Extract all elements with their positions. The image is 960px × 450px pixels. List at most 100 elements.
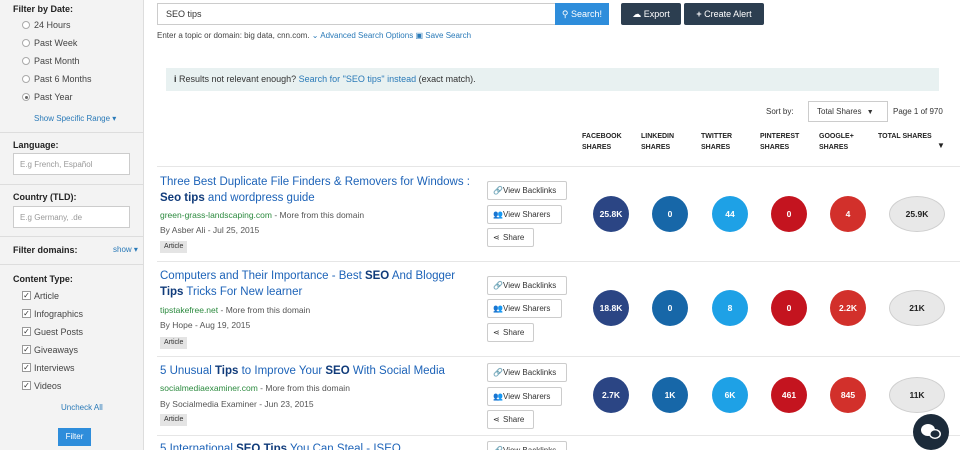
checkbox-icon[interactable]: ✓	[22, 345, 31, 354]
radio-icon[interactable]	[22, 57, 30, 65]
pinterest-shares: 0	[771, 290, 807, 326]
result-domain-link[interactable]: tipstakefree.net	[160, 305, 218, 315]
col-total-shares[interactable]: TOTAL SHARES	[878, 131, 940, 142]
country-input[interactable]	[13, 206, 130, 228]
col-facebook-shares[interactable]: FACEBOOK SHARES	[582, 131, 626, 153]
view-backlinks-button[interactable]: 🔗View Backlinks	[487, 276, 567, 295]
uncheck-all-link[interactable]: Uncheck All	[61, 403, 103, 412]
cloud-download-icon: ☁	[632, 9, 642, 19]
view-sharers-button[interactable]: 👥View Sharers	[487, 299, 562, 318]
content-type-article[interactable]: ✓ Article	[22, 291, 59, 301]
result-title-text[interactable]: Computers and Their Importance - Best SE…	[160, 270, 455, 298]
date-option-week[interactable]: Past Week	[22, 38, 77, 48]
advanced-search-link[interactable]: ⌄ Advanced Search Options	[312, 31, 413, 40]
content-type-heading: Content Type:	[13, 274, 73, 284]
view-backlinks-button[interactable]: 🔗View Backlinks	[487, 441, 567, 450]
exact-match-link[interactable]: Search for "SEO tips" instead	[299, 74, 416, 84]
search-button[interactable]: ⚲ Search!	[555, 3, 609, 25]
linkedin-shares: 1K	[652, 377, 688, 413]
result-domain-line: socialmediaexaminer.com - More from this…	[160, 383, 350, 393]
filter-button[interactable]: Filter	[58, 428, 91, 446]
radio-icon[interactable]	[22, 21, 30, 29]
users-icon: 👥	[493, 392, 503, 401]
result-title[interactable]: Computers and Their Importance - Best SE…	[160, 268, 480, 300]
sort-desc-icon[interactable]: ▼	[937, 141, 945, 150]
googleplus-shares: 2.2K	[830, 290, 866, 326]
result-title[interactable]: Three Best Duplicate File Finders & Remo…	[160, 174, 480, 206]
users-icon: 👥	[493, 304, 503, 313]
save-search-link[interactable]: ▣ Save Search	[415, 31, 471, 40]
linkedin-shares: 0	[652, 196, 688, 232]
facebook-shares: 18.8K	[593, 290, 629, 326]
date-option-year[interactable]: Past Year	[22, 92, 73, 102]
more-from-domain-link[interactable]: - More from this domain	[274, 210, 364, 220]
pinterest-shares: 0	[771, 196, 807, 232]
checkbox-icon[interactable]: ✓	[22, 291, 31, 300]
col-twitter-shares[interactable]: TWITTER SHARES	[701, 131, 745, 153]
content-type-giveaways[interactable]: ✓ Giveaways	[22, 345, 78, 355]
share-button[interactable]: ⋖ Share	[487, 323, 534, 342]
content-type-tag: Article	[160, 337, 188, 349]
result-title-text[interactable]: 5 Unusual Tips to Improve Your SEO With …	[160, 365, 445, 377]
filter-sidebar: Filter by Date: ⌃ 24 Hours Past Week Pas…	[0, 0, 144, 450]
result-title-text[interactable]: 5 International SEO Tips You Can Steal -…	[160, 443, 401, 450]
result-meta: By Hope - Aug 19, 2015	[160, 320, 251, 330]
checkbox-icon[interactable]: ✓	[22, 381, 31, 390]
radio-icon[interactable]	[22, 39, 30, 47]
content-type-interviews[interactable]: ✓ Interviews	[22, 363, 75, 373]
col-googleplus-shares[interactable]: GOOGLE+ SHARES	[819, 131, 863, 153]
link-icon: 🔗	[493, 281, 503, 290]
twitter-shares: 8	[712, 290, 748, 326]
content-type-guest-posts[interactable]: ✓ Guest Posts	[22, 327, 83, 337]
result-meta: By Socialmedia Examiner - Jun 23, 2015	[160, 399, 314, 409]
view-backlinks-button[interactable]: 🔗View Backlinks	[487, 363, 567, 382]
result-domain-link[interactable]: green-grass-landscaping.com	[160, 210, 272, 220]
radio-selected-icon[interactable]	[22, 93, 30, 101]
collapse-icon[interactable]: ⌃	[135, 0, 143, 7]
content-type-videos[interactable]: ✓ Videos	[22, 381, 61, 391]
show-specific-range-link[interactable]: Show Specific Range ▾	[34, 114, 116, 123]
more-from-domain-link[interactable]: - More from this domain	[221, 305, 311, 315]
linkedin-shares: 0	[652, 290, 688, 326]
chat-widget-button[interactable]	[913, 414, 949, 450]
result-domain-link[interactable]: socialmediaexaminer.com	[160, 383, 258, 393]
content-type-tag: Article	[160, 241, 188, 253]
share-button[interactable]: ⋖ Share	[487, 228, 534, 247]
total-shares: 11K	[889, 377, 945, 413]
twitter-shares: 6K	[712, 377, 748, 413]
facebook-shares: 25.8K	[593, 196, 629, 232]
col-linkedin-shares[interactable]: LINKEDIN SHARES	[641, 131, 685, 153]
more-from-domain-link[interactable]: - More from this domain	[260, 383, 350, 393]
caret-down-icon: ▼	[866, 109, 874, 116]
col-pinterest-shares[interactable]: PINTEREST SHARES	[760, 131, 804, 153]
result-domain-line: green-grass-landscaping.com - More from …	[160, 210, 364, 220]
result-title[interactable]: 5 Unusual Tips to Improve Your SEO With …	[160, 363, 490, 379]
language-input[interactable]	[13, 153, 130, 175]
relevance-notice: i Results not relevant enough? Search fo…	[166, 68, 939, 91]
checkbox-icon[interactable]: ✓	[22, 309, 31, 318]
checkbox-icon[interactable]: ✓	[22, 363, 31, 372]
export-button[interactable]: ☁ Export	[621, 3, 681, 25]
checkbox-icon[interactable]: ✓	[22, 327, 31, 336]
page-info: Page 1 of 970	[893, 107, 943, 116]
view-backlinks-button[interactable]: 🔗View Backlinks	[487, 181, 567, 200]
create-alert-button[interactable]: + Create Alert	[684, 3, 764, 25]
date-option-month[interactable]: Past Month	[22, 56, 80, 66]
result-title[interactable]: 5 International SEO Tips You Can Steal -…	[160, 441, 490, 450]
pinterest-shares: 461	[771, 377, 807, 413]
date-option-24h[interactable]: 24 Hours	[22, 20, 71, 30]
result-meta: By Asber Ali - Jul 25, 2015	[160, 225, 260, 235]
share-button[interactable]: ⋖ Share	[487, 410, 534, 429]
filter-domains-heading: Filter domains:	[13, 245, 78, 255]
view-sharers-button[interactable]: 👥View Sharers	[487, 205, 562, 224]
search-input[interactable]	[157, 3, 556, 25]
sort-select[interactable]: Total Shares ▼	[808, 101, 888, 122]
show-domains-link[interactable]: show ▾	[113, 245, 138, 254]
row-divider	[157, 356, 960, 357]
view-sharers-button[interactable]: 👥View Sharers	[487, 387, 562, 406]
result-title-text[interactable]: Three Best Duplicate File Finders & Remo…	[160, 176, 470, 204]
total-shares: 25.9K	[889, 196, 945, 232]
date-option-6months[interactable]: Past 6 Months	[22, 74, 92, 84]
content-type-infographics[interactable]: ✓ Infographics	[22, 309, 83, 319]
radio-icon[interactable]	[22, 75, 30, 83]
